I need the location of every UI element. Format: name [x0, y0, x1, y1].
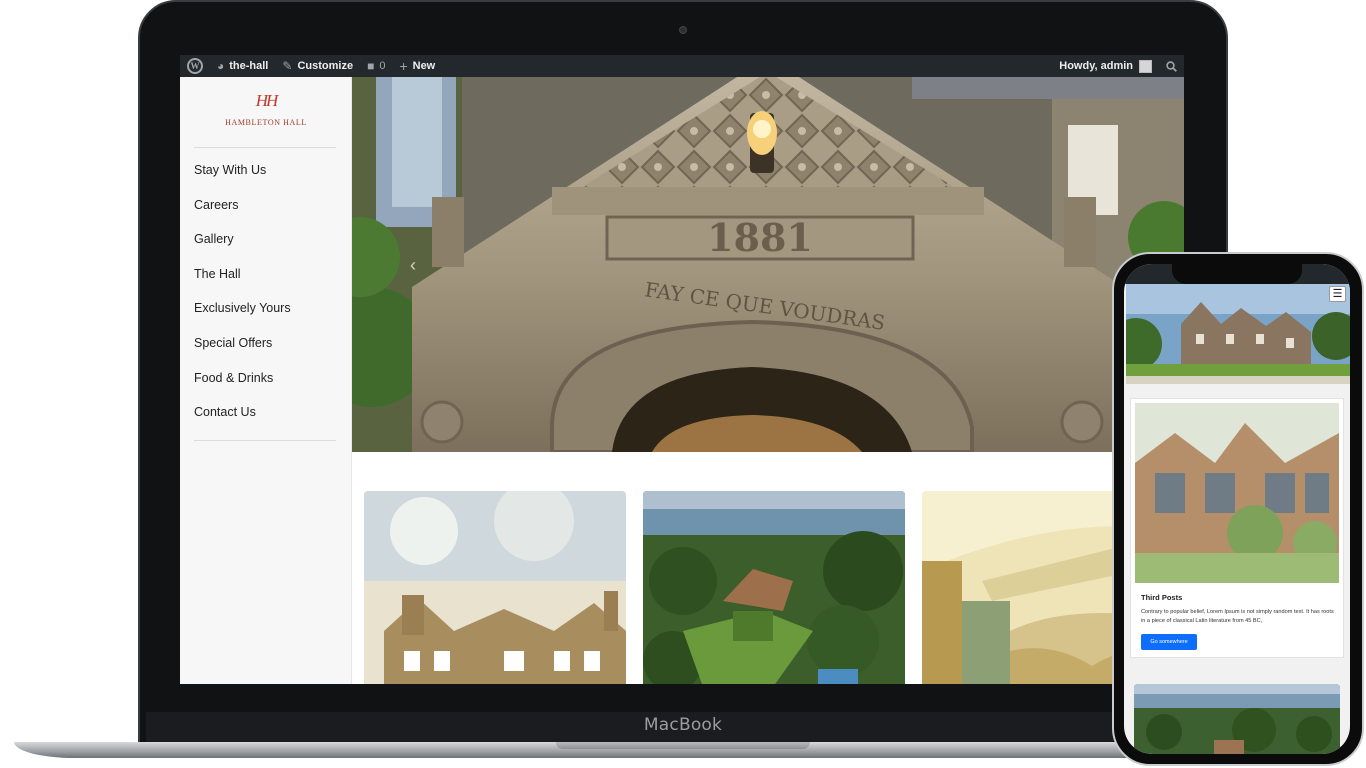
phone-post-card-2[interactable]	[1134, 684, 1340, 754]
site-name-label: the-hall	[229, 60, 269, 72]
slider-prev-arrow[interactable]: ‹	[410, 255, 416, 276]
customize-link[interactable]: ✎ Customize	[275, 55, 360, 77]
hero-image: 1881 FAY CE QUE VOUDRAS	[352, 77, 1184, 452]
nav-item-careers[interactable]: Careers	[194, 195, 291, 230]
plus-icon: +	[399, 58, 408, 74]
wordpress-logo-icon: W	[187, 58, 203, 74]
phone-card2-image-aerial	[1134, 684, 1340, 754]
phone-notch	[1172, 262, 1302, 284]
sidebar-divider-top	[194, 147, 336, 148]
comments-link[interactable]: ■ 0	[360, 55, 392, 77]
comment-icon: ■	[367, 59, 375, 73]
nav-item-exclusively-yours[interactable]: Exclusively Yours	[194, 298, 291, 333]
customize-label: Customize	[297, 60, 354, 72]
nav-item-food-drinks[interactable]: Food & Drinks	[194, 368, 291, 403]
card-grid	[352, 452, 1184, 684]
nav-item-gallery[interactable]: Gallery	[194, 229, 291, 264]
date-carving: 1881	[707, 215, 813, 260]
card-image-hall-watercolor	[364, 491, 626, 684]
site-name-link[interactable]: ◕ the-hall	[210, 55, 275, 77]
avatar	[1139, 59, 1152, 73]
phone-card-title: Third Posts	[1141, 593, 1183, 602]
laptop-screen: W ◕ the-hall ✎ Customize ■ 0 + New Howdy…	[180, 55, 1184, 684]
nav-item-stay-with-us[interactable]: Stay With Us	[194, 160, 291, 195]
nav-item-the-hall[interactable]: The Hall	[194, 264, 291, 299]
hero-slider[interactable]: 1881 FAY CE QUE VOUDRAS ‹	[352, 77, 1184, 452]
phone-hero-image	[1126, 284, 1350, 384]
logo-text[interactable]: HAMBLETON HALL	[180, 118, 352, 127]
new-content-link[interactable]: + New	[392, 55, 442, 77]
wp-menu[interactable]: W	[180, 55, 210, 77]
logo-monogram[interactable]: HH	[244, 91, 288, 113]
account-menu[interactable]: Howdy, admin	[1052, 55, 1159, 77]
brush-icon: ✎	[282, 59, 293, 73]
new-label: New	[412, 60, 436, 72]
nav-item-special-offers[interactable]: Special Offers	[194, 333, 291, 368]
admin-search-button[interactable]	[1159, 55, 1184, 77]
go-somewhere-button[interactable]: Go somewhere	[1141, 634, 1197, 650]
phone-card-image-watercolor	[1135, 403, 1339, 583]
card-image-aerial-view	[643, 491, 905, 684]
camera-icon	[679, 26, 687, 34]
sidebar: HH HAMBLETON HALL Stay With Us Careers G…	[180, 77, 352, 684]
phone-post-card: Third Posts Contrary to popular belief, …	[1130, 398, 1344, 658]
admin-bar: W ◕ the-hall ✎ Customize ■ 0 + New Howdy…	[180, 55, 1184, 77]
card-aerial[interactable]	[643, 491, 905, 684]
hamburger-menu-icon[interactable]: ☰	[1329, 286, 1346, 302]
card-watercolor[interactable]	[364, 491, 626, 684]
greeting-label: Howdy, admin	[1059, 60, 1133, 72]
phone-screen: ☰ Third Posts Contrary to popular belief…	[1124, 264, 1350, 754]
comments-count: 0	[379, 60, 386, 72]
laptop-hinge-notch	[556, 742, 810, 749]
dashboard-icon: ◕	[217, 59, 225, 73]
nav-item-contact-us[interactable]: Contact Us	[194, 402, 291, 437]
device-mockup: MacBook W ◕ the-hall ✎ Customize ■ 0 + N…	[0, 0, 1366, 768]
sidebar-divider-bottom	[194, 440, 336, 441]
phone-card-text: Contrary to popular belief, Lorem Ipsum …	[1141, 609, 1334, 624]
search-icon	[1166, 60, 1177, 72]
main-nav: Stay With Us Careers Gallery The Hall Ex…	[194, 160, 291, 437]
